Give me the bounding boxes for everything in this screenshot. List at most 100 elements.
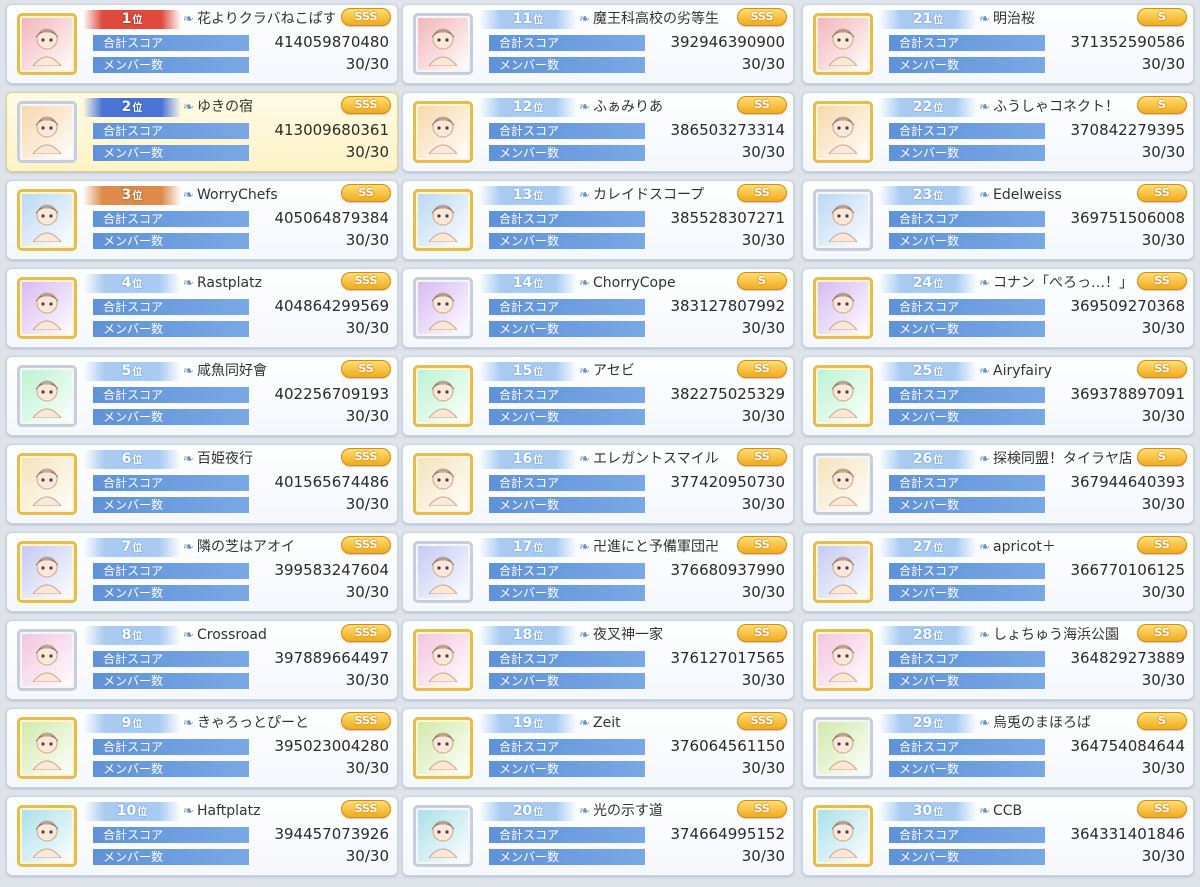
swirl-ornament-icon: ❧ <box>579 364 590 379</box>
clan-card[interactable]: 4位 ❧ Rastplatz SSS 合計スコア 404864299569 メンバー数 30/… <box>6 268 398 348</box>
tier-badge: SS <box>737 536 787 554</box>
clan-card[interactable]: 17位 ❧ 卍進にと予備軍団卍 SS 合計スコア 376680937990 メンバー数 30/… <box>402 532 794 612</box>
member-count-label: メンバー数 <box>489 321 645 337</box>
clan-leader-portrait <box>813 629 873 691</box>
clan-card[interactable]: 19位 ❧ Zeit SSS 合計スコア 376064561150 メンバー数 30/30 <box>402 708 794 788</box>
tier-badge: SS <box>1137 800 1187 818</box>
clan-card[interactable]: 24位 ❧ コナン「ぺろっ…！」 SS 合計スコア 369509270368 メンバー数 30… <box>802 268 1194 348</box>
clan-card[interactable]: 26位 ❧ 探検同盟！タイラヤ店 S 合計スコア 367944640393 メンバー数 30/… <box>802 444 1194 524</box>
rank-ribbon: 2位 <box>83 98 181 117</box>
member-count-label: メンバー数 <box>93 57 249 73</box>
member-count-value: 30/30 <box>741 55 785 73</box>
total-score-label: 合計スコア <box>889 123 1045 139</box>
rank-ribbon: 23位 <box>879 186 977 205</box>
clan-card[interactable]: 28位 ❧ しょちゅう海浜公園 SS 合計スコア 364829273889 メンバー数 30/… <box>802 620 1194 700</box>
clan-leader-portrait <box>413 365 473 427</box>
total-score-label: 合計スコア <box>489 35 645 51</box>
total-score-label: 合計スコア <box>889 739 1045 755</box>
rank-number: 1 <box>121 11 132 27</box>
clan-leader-portrait <box>813 13 873 75</box>
clan-card[interactable]: 5位 ❧ 咸魚同好會 SS 合計スコア 402256709193 メンバー数 30/30 <box>6 356 398 436</box>
clan-card[interactable]: 11位 ❧ 魔王科高校の劣等生 SSS 合計スコア 392946390900 メンバー数 30… <box>402 4 794 84</box>
tier-badge: SS <box>1137 536 1187 554</box>
clan-leader-portrait <box>17 453 77 515</box>
avatar-icon <box>32 380 62 418</box>
clan-name: 明治桜 <box>993 11 1035 27</box>
total-score-label: 合計スコア <box>93 827 249 843</box>
member-count-label: メンバー数 <box>889 321 1045 337</box>
rank-number: 9 <box>121 715 132 731</box>
total-score-value: 392946390900 <box>670 33 785 51</box>
avatar-icon <box>828 644 858 682</box>
clan-card[interactable]: 15位 ❧ アセビ SS 合計スコア 382275025329 メンバー数 30/30 <box>402 356 794 436</box>
total-score-label: 合計スコア <box>93 475 249 491</box>
member-count-value: 30/30 <box>345 55 389 73</box>
clan-name: ふぁみりあ <box>593 99 663 115</box>
clan-leader-portrait <box>413 629 473 691</box>
rank-suffix: 位 <box>533 455 544 466</box>
member-count-label: メンバー数 <box>889 233 1045 249</box>
swirl-ornament-icon: ❧ <box>979 804 990 819</box>
total-score-value: 377420950730 <box>670 473 785 491</box>
rank-suffix: 位 <box>533 543 544 554</box>
clan-card[interactable]: 21位 ❧ 明治桜 S 合計スコア 371352590586 メンバー数 30/30 <box>802 4 1194 84</box>
clan-card[interactable]: 23位 ❧ Edelweiss SS 合計スコア 369751506008 メンバー数 30/… <box>802 180 1194 260</box>
member-count-label: メンバー数 <box>489 145 645 161</box>
total-score-value: 404864299569 <box>274 297 389 315</box>
clan-leader-portrait <box>17 13 77 75</box>
clan-card[interactable]: 16位 ❧ エレガントスマイル SS 合計スコア 377420950730 メンバー数 30/… <box>402 444 794 524</box>
clan-card[interactable]: 1位 ❧ 花よりクラバねこぱす SSS 合計スコア 414059870480 メンバー数 30… <box>6 4 398 84</box>
clan-name: ゆきの宿 <box>197 99 253 115</box>
tier-badge: SSS <box>341 712 391 730</box>
total-score-value: 370842279395 <box>1070 121 1185 139</box>
clan-name: Airyfairy <box>993 363 1052 379</box>
member-count-label: メンバー数 <box>489 849 645 865</box>
rank-ribbon: 5位 <box>83 362 181 381</box>
member-count-label: メンバー数 <box>889 145 1045 161</box>
clan-card[interactable]: 6位 ❧ 百姫夜行 SSS 合計スコア 401565674486 メンバー数 30/30 <box>6 444 398 524</box>
clan-card[interactable]: 30位 ❧ CCB SS 合計スコア 364331401846 メンバー数 30/30 <box>802 796 1194 876</box>
rank-number: 10 <box>116 803 137 819</box>
clan-leader-portrait <box>17 101 77 163</box>
member-count-label: メンバー数 <box>93 849 249 865</box>
total-score-label: 合計スコア <box>889 299 1045 315</box>
member-count-value: 30/30 <box>345 407 389 425</box>
member-count-value: 30/30 <box>1141 759 1185 777</box>
clan-name: 百姫夜行 <box>197 451 253 467</box>
avatar-icon <box>828 732 858 770</box>
clan-card[interactable]: 2位 ❧ ゆきの宿 SSS 合計スコア 413009680361 メンバー数 30/30 <box>6 92 398 172</box>
clan-card[interactable]: 7位 ❧ 隣の芝はアオイ SSS 合計スコア 399583247604 メンバー数 30/30 <box>6 532 398 612</box>
rank-ribbon: 18位 <box>479 626 577 645</box>
rank-number: 17 <box>512 539 533 555</box>
clan-card[interactable]: 20位 ❧ 光の示す道 SS 合計スコア 374664995152 メンバー数 30/30 <box>402 796 794 876</box>
clan-card[interactable]: 13位 ❧ カレイドスコープ SS 合計スコア 385528307271 メンバー数 30/3… <box>402 180 794 260</box>
avatar-icon <box>32 644 62 682</box>
clan-card[interactable]: 8位 ❧ Crossroad SSS 合計スコア 397889664497 メンバー数 30/… <box>6 620 398 700</box>
clan-card[interactable]: 9位 ❧ きゃろっとぴーと SSS 合計スコア 395023004280 メンバー数 30/3… <box>6 708 398 788</box>
rank-ribbon: 16位 <box>479 450 577 469</box>
rank-suffix: 位 <box>933 543 944 554</box>
member-count-value: 30/30 <box>345 671 389 689</box>
rank-ribbon: 22位 <box>879 98 977 117</box>
rank-ribbon: 20位 <box>479 802 577 821</box>
clan-card[interactable]: 18位 ❧ 夜叉神一家 SS 合計スコア 376127017565 メンバー数 30/30 <box>402 620 794 700</box>
total-score-value: 385528307271 <box>670 209 785 227</box>
member-count-value: 30/30 <box>741 583 785 601</box>
clan-card[interactable]: 3位 ❧ WorryChefs SS 合計スコア 405064879384 メンバー数 30/… <box>6 180 398 260</box>
rank-ribbon: 26位 <box>879 450 977 469</box>
clan-card[interactable]: 10位 ❧ Haftplatz SSS 合計スコア 394457073926 メンバー数 30… <box>6 796 398 876</box>
clan-card[interactable]: 29位 ❧ 烏兎のまほろば S 合計スコア 364754084644 メンバー数 30/30 <box>802 708 1194 788</box>
total-score-value: 369751506008 <box>1070 209 1185 227</box>
rank-suffix: 位 <box>933 103 944 114</box>
member-count-label: メンバー数 <box>889 761 1045 777</box>
member-count-label: メンバー数 <box>889 57 1045 73</box>
clan-card[interactable]: 25位 ❧ Airyfairy SS 合計スコア 369378897091 メンバー数 30/… <box>802 356 1194 436</box>
tier-badge: SSS <box>737 8 787 26</box>
rank-suffix: 位 <box>533 367 544 378</box>
clan-card[interactable]: 12位 ❧ ふぁみりあ SS 合計スコア 386503273314 メンバー数 30/30 <box>402 92 794 172</box>
rank-ribbon: 7位 <box>83 538 181 557</box>
clan-card[interactable]: 27位 ❧ apricot＋ SS 合計スコア 366770106125 メンバー数 30/3… <box>802 532 1194 612</box>
clan-name: 咸魚同好會 <box>197 363 267 379</box>
clan-card[interactable]: 14位 ❧ ChorryCope S 合計スコア 383127807992 メンバー数 30/… <box>402 268 794 348</box>
clan-card[interactable]: 22位 ❧ ふうしゃコネクト！ S 合計スコア 370842279395 メンバー数 30/3… <box>802 92 1194 172</box>
